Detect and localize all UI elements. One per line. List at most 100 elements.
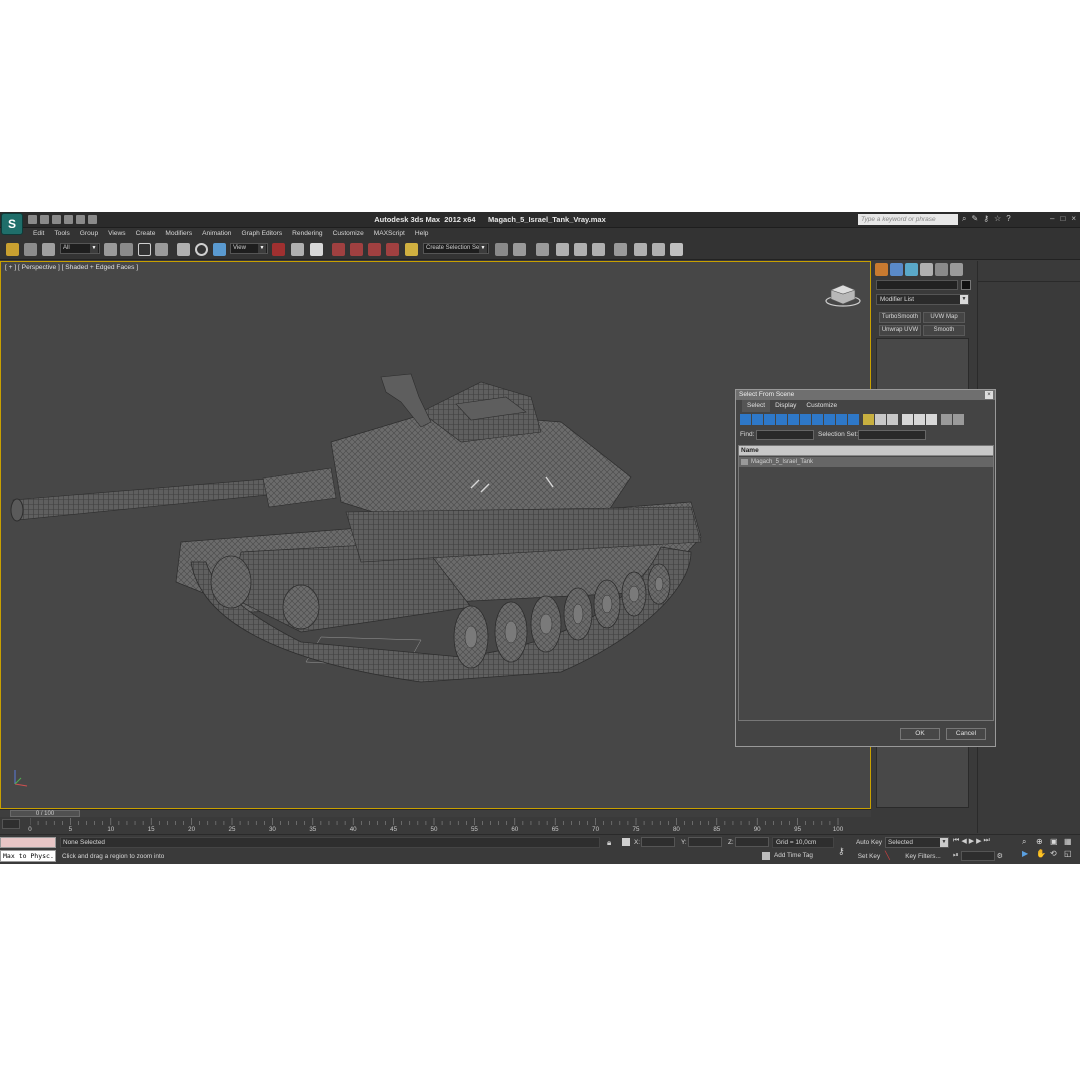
- percent-snap-icon[interactable]: [368, 243, 381, 256]
- menu-group[interactable]: Group: [75, 228, 103, 240]
- ok-button[interactable]: OK: [900, 728, 940, 740]
- modify-tab-icon[interactable]: [890, 263, 903, 276]
- hierarchy-tab-icon[interactable]: [905, 263, 918, 276]
- filter-helpers-icon[interactable]: [788, 414, 799, 425]
- menu-views[interactable]: Views: [103, 228, 130, 240]
- move-icon[interactable]: [177, 243, 190, 256]
- time-slider-thumb[interactable]: 0 / 100: [10, 810, 80, 817]
- pan-view-icon[interactable]: ✋: [1036, 849, 1048, 858]
- menu-animation[interactable]: Animation: [197, 228, 236, 240]
- filter-groups-icon[interactable]: [812, 414, 823, 425]
- graphite-toggle-icon[interactable]: [556, 243, 569, 256]
- find-input[interactable]: [756, 430, 814, 440]
- menu-maxscript[interactable]: MAXScript: [369, 228, 410, 240]
- open-mini-curve-editor-icon[interactable]: [2, 819, 20, 829]
- app-logo-icon[interactable]: S: [1, 213, 23, 235]
- lock-selection-icon[interactable]: 🔒︎: [607, 838, 611, 848]
- layer-manager-icon[interactable]: [536, 243, 549, 256]
- menu-rendering[interactable]: Rendering: [287, 228, 327, 240]
- menu-modifiers[interactable]: Modifiers: [160, 228, 197, 240]
- dialog-close-icon[interactable]: ×: [985, 391, 993, 399]
- maximize-icon[interactable]: □: [1060, 214, 1065, 223]
- sync-selection-icon[interactable]: [953, 414, 964, 425]
- pivot-center-icon[interactable]: [272, 243, 285, 256]
- selection-set-dropdown[interactable]: [858, 430, 926, 440]
- auto-key-button[interactable]: Auto Key: [855, 837, 883, 848]
- list-item[interactable]: Magach_5_Israel_Tank: [739, 457, 993, 467]
- rectangle-selection-icon[interactable]: [138, 243, 151, 256]
- menu-graph-editors[interactable]: Graph Editors: [236, 228, 287, 240]
- z-coordinate-field[interactable]: [735, 837, 769, 847]
- star-icon[interactable]: ☆: [994, 214, 1001, 224]
- selection-filter-dropdown[interactable]: All: [60, 243, 100, 254]
- select-manipulate-icon[interactable]: [291, 243, 304, 256]
- filter-bones-icon[interactable]: [836, 414, 847, 425]
- maxscript-mini-listener-input[interactable]: Max to Physc.: [0, 850, 56, 862]
- filter-xrefs-icon[interactable]: [824, 414, 835, 425]
- utilities-tab-icon[interactable]: [950, 263, 963, 276]
- set-key-mode-icon[interactable]: ╲: [885, 851, 895, 862]
- uvw-map-button[interactable]: UVW Map: [923, 312, 965, 323]
- keyboard-shortcut-icon[interactable]: [310, 243, 323, 256]
- zoom-extents-all-icon[interactable]: ▦: [1064, 837, 1076, 847]
- material-editor-icon[interactable]: [614, 243, 627, 256]
- set-keys-key-icon[interactable]: ⚷: [838, 846, 845, 857]
- align-icon[interactable]: [513, 243, 526, 256]
- scale-icon[interactable]: [213, 243, 226, 256]
- display-tab-icon[interactable]: [935, 263, 948, 276]
- filter-spacewarps-icon[interactable]: [800, 414, 811, 425]
- filter-geometry-icon[interactable]: [740, 414, 751, 425]
- orbit-icon[interactable]: ⟲: [1050, 849, 1062, 858]
- filter-cameras-icon[interactable]: [776, 414, 787, 425]
- previous-frame-icon[interactable]: ◀: [961, 837, 966, 845]
- zoom-icon[interactable]: ⌕: [1022, 837, 1034, 847]
- filter-funnel-icon[interactable]: [941, 414, 952, 425]
- maximize-viewport-icon[interactable]: ◱: [1064, 849, 1076, 858]
- key-filters-button[interactable]: Key Filters...: [897, 851, 949, 862]
- key-mode-dropdown[interactable]: Selected: [885, 837, 949, 848]
- time-slider[interactable]: 0 / 100: [0, 809, 871, 817]
- trackbar[interactable]: 0 5 10 15 20 25 30 35 40 45 50 55 60 65 70 75 80 85 90 95 10…: [0, 817, 871, 834]
- dialog-menu-select[interactable]: Select: [742, 400, 771, 412]
- add-time-tag-button[interactable]: Add Time Tag: [774, 852, 813, 859]
- filter-containers-icon[interactable]: [848, 414, 859, 425]
- set-key-button[interactable]: Set Key: [855, 851, 883, 862]
- minimize-icon[interactable]: –: [1050, 214, 1054, 223]
- filter-frozen-icon[interactable]: [863, 414, 874, 425]
- snaps-toggle-icon[interactable]: [332, 243, 345, 256]
- select-invert-icon[interactable]: [926, 414, 937, 425]
- filter-shapes-icon[interactable]: [752, 414, 763, 425]
- help-icon[interactable]: ?: [1006, 214, 1010, 224]
- key-mode-toggle-icon[interactable]: ⏯: [953, 852, 959, 860]
- motion-tab-icon[interactable]: [920, 263, 933, 276]
- cancel-button[interactable]: Cancel: [946, 728, 986, 740]
- render-setup-icon[interactable]: [634, 243, 647, 256]
- name-column-header[interactable]: Name: [739, 446, 993, 456]
- zoom-all-icon[interactable]: ⊕: [1036, 837, 1048, 847]
- curve-editor-icon[interactable]: [574, 243, 587, 256]
- select-none-icon[interactable]: [914, 414, 925, 425]
- spinner-snap-icon[interactable]: [386, 243, 399, 256]
- bind-spacewarp-icon[interactable]: [42, 243, 55, 256]
- render-teapot-icon[interactable]: [670, 243, 683, 256]
- play-icon[interactable]: ▶: [969, 837, 974, 845]
- rendered-frame-icon[interactable]: [652, 243, 665, 256]
- object-color-swatch[interactable]: [961, 280, 971, 290]
- schematic-view-icon[interactable]: [592, 243, 605, 256]
- menu-help[interactable]: Help: [410, 228, 434, 240]
- angle-snap-icon[interactable]: [350, 243, 363, 256]
- menu-create[interactable]: Create: [131, 228, 161, 240]
- binoculars-icon[interactable]: ⌕: [962, 214, 966, 224]
- select-object-icon[interactable]: [104, 243, 117, 256]
- menu-tools[interactable]: Tools: [49, 228, 74, 240]
- unwrap-uvw-button[interactable]: Unwrap UVW: [879, 325, 921, 336]
- edit-named-selection-icon[interactable]: [405, 243, 418, 256]
- maxscript-mini-listener-output[interactable]: [0, 837, 56, 848]
- zoom-region-icon[interactable]: ▶: [1022, 849, 1034, 858]
- filter-point-cloud-icon[interactable]: [887, 414, 898, 425]
- named-selection-dropdown[interactable]: Create Selection Se: [423, 243, 489, 254]
- next-frame-icon[interactable]: ▶: [976, 837, 981, 845]
- dialog-title-bar[interactable]: Select From Scene ×: [736, 390, 995, 400]
- viewcube-icon[interactable]: [823, 282, 863, 308]
- reference-coordinate-dropdown[interactable]: View: [230, 243, 268, 254]
